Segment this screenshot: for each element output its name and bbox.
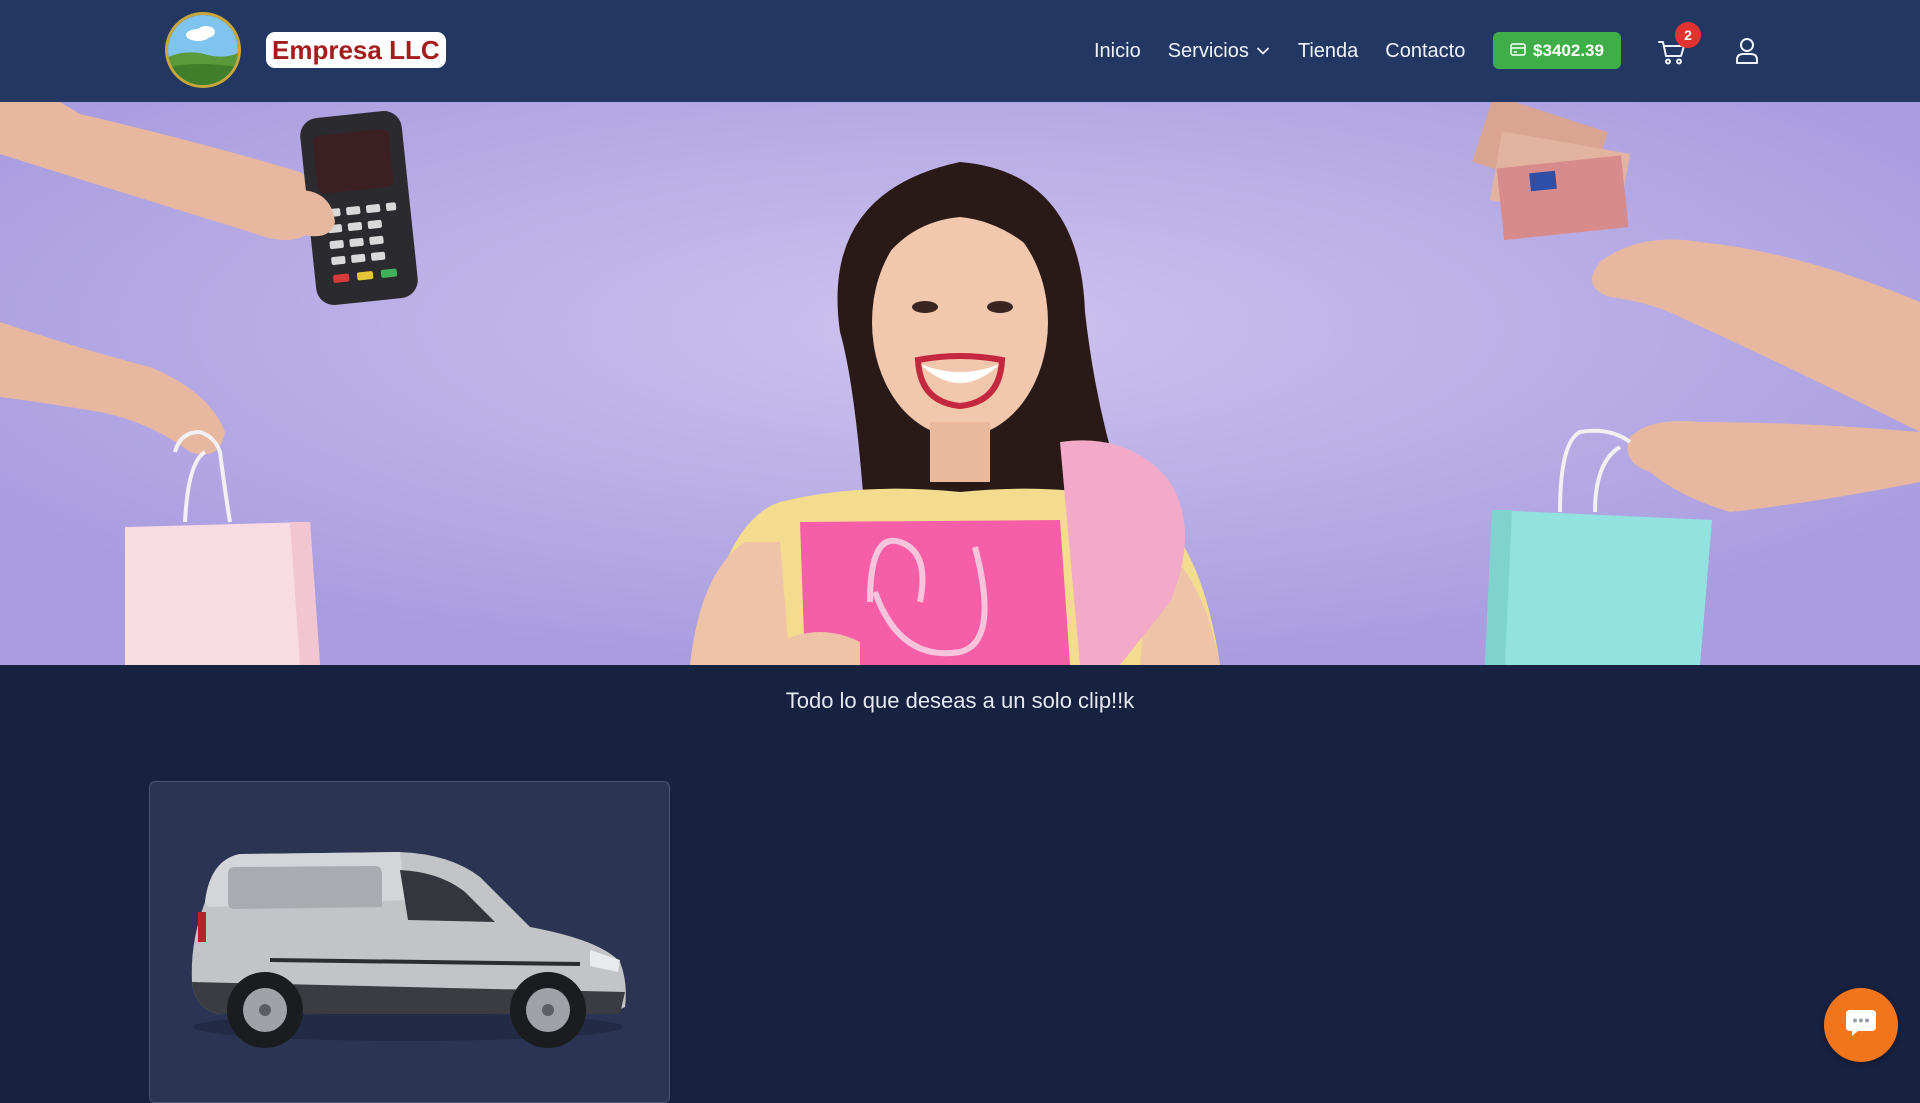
balance-amount: $3402.39 (1533, 40, 1604, 60)
brand-name[interactable]: Empresa LLC (266, 32, 446, 68)
main-nav: Inicio Servicios Tienda Contacto (1094, 30, 1492, 72)
nav-servicios[interactable]: Servicios (1168, 40, 1271, 63)
landscape-logo-icon[interactable] (168, 15, 238, 85)
product-card[interactable] (149, 781, 670, 1103)
chevron-down-icon (1255, 43, 1271, 59)
chat-button[interactable] (1824, 988, 1898, 1062)
nav-tienda[interactable]: Tienda (1298, 40, 1358, 63)
cart-count-badge: 2 (1675, 22, 1701, 48)
nav-servicios-label: Servicios (1167, 39, 1249, 62)
credit-card-icon (1510, 41, 1526, 61)
hero-tagline: Todo lo que deseas a un solo clip!!k (785, 688, 1135, 713)
balance-button[interactable]: $3402.39 (1493, 32, 1621, 69)
nav-inicio[interactable]: Inicio (1094, 40, 1141, 63)
silver-delivery-van-image (191, 852, 626, 1048)
user-icon[interactable] (1733, 36, 1761, 66)
chat-bubble-icon (1844, 1008, 1878, 1043)
hero-image (0, 102, 1920, 665)
site-header: Empresa LLC Inicio Servicios Tienda Cont… (0, 0, 1920, 102)
hero-banner (0, 102, 1920, 665)
nav-contacto[interactable]: Contacto (1385, 40, 1465, 63)
